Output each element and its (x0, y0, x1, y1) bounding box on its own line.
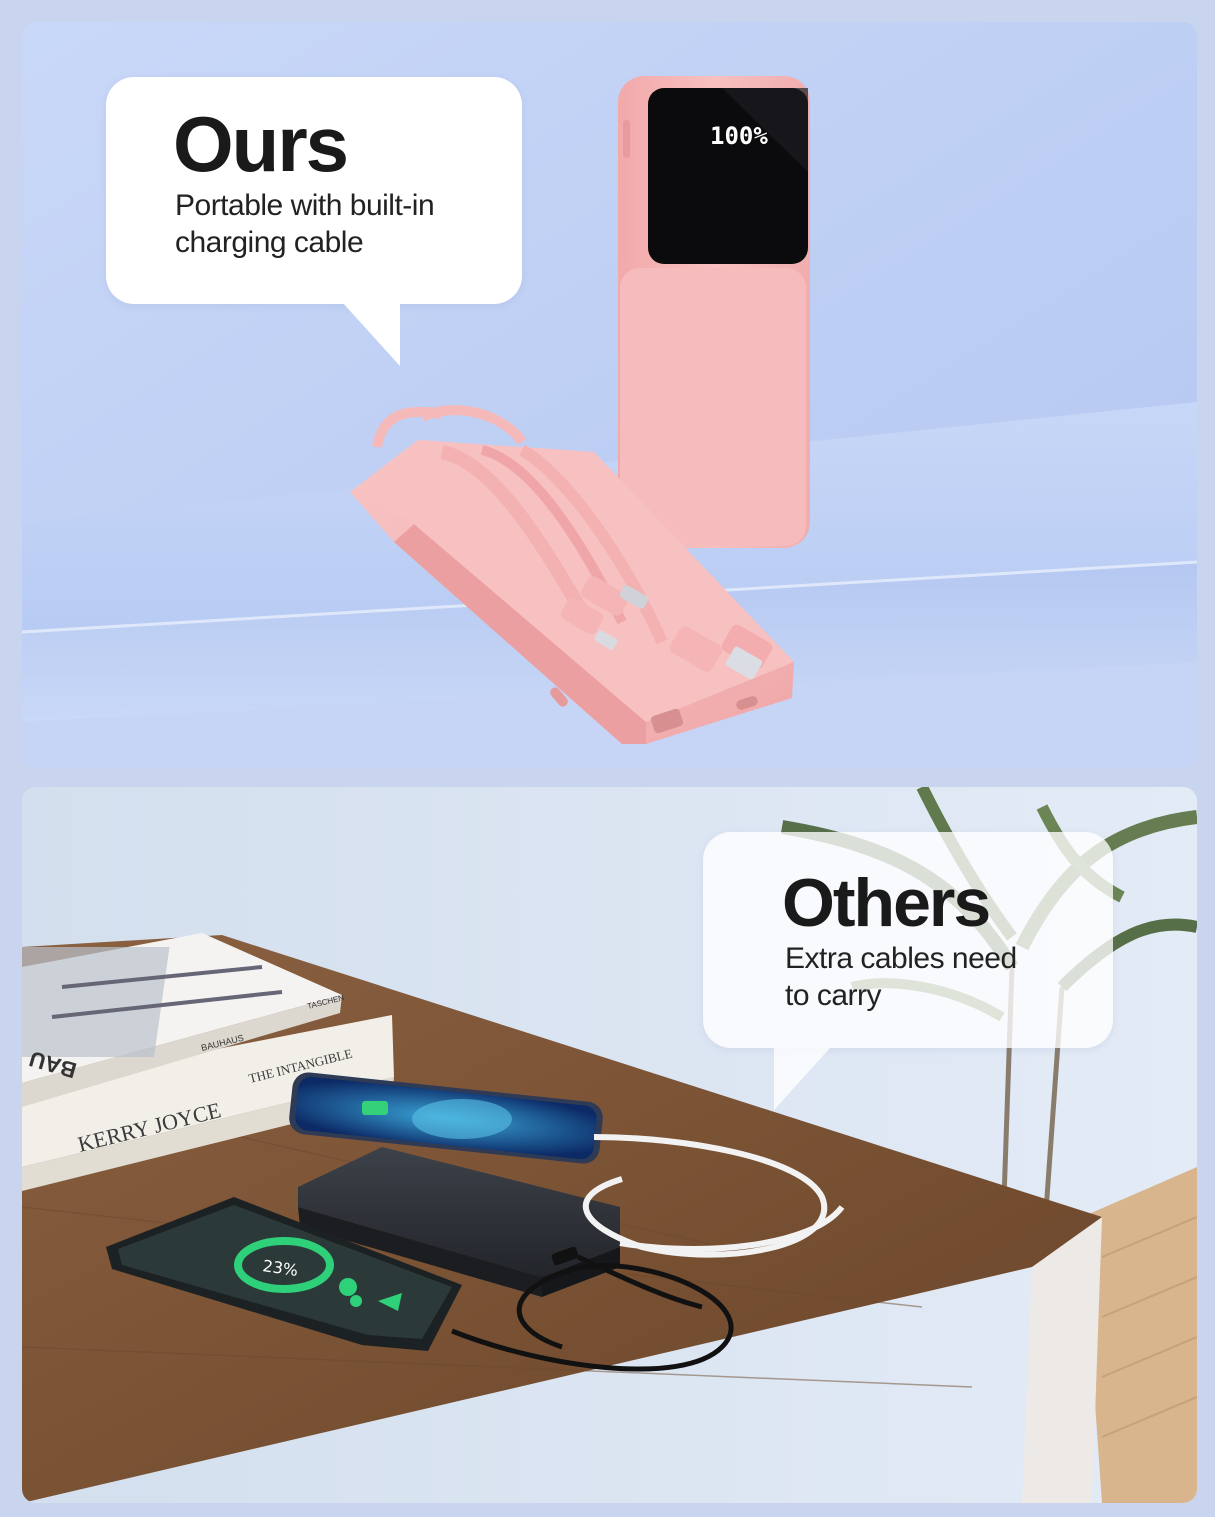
others-panel: KERRY JOYCE THE INTANGIBLE BAUHAUS TASCH… (22, 787, 1197, 1503)
ours-title: Ours (173, 100, 349, 188)
power-display-reading: 100% (710, 122, 768, 150)
others-subtitle-line2: to carry (785, 979, 882, 1012)
others-bubble-tail-icon (774, 1048, 830, 1110)
others-title: Others (782, 865, 991, 941)
ours-subtitle-line2: charging cable (175, 226, 364, 259)
others-speech-bubble: Others Extra cables need to carry (703, 832, 1113, 1048)
ours-subtitle-line1: Portable with built-in (175, 189, 435, 222)
ours-bubble-tail-icon (342, 302, 400, 366)
ours-speech-bubble: Ours Portable with built-in charging cab… (106, 77, 522, 304)
ours-panel: 100% Ours Portable with built-in chargin… (22, 22, 1197, 768)
others-subtitle-line1: Extra cables need (785, 942, 1017, 975)
